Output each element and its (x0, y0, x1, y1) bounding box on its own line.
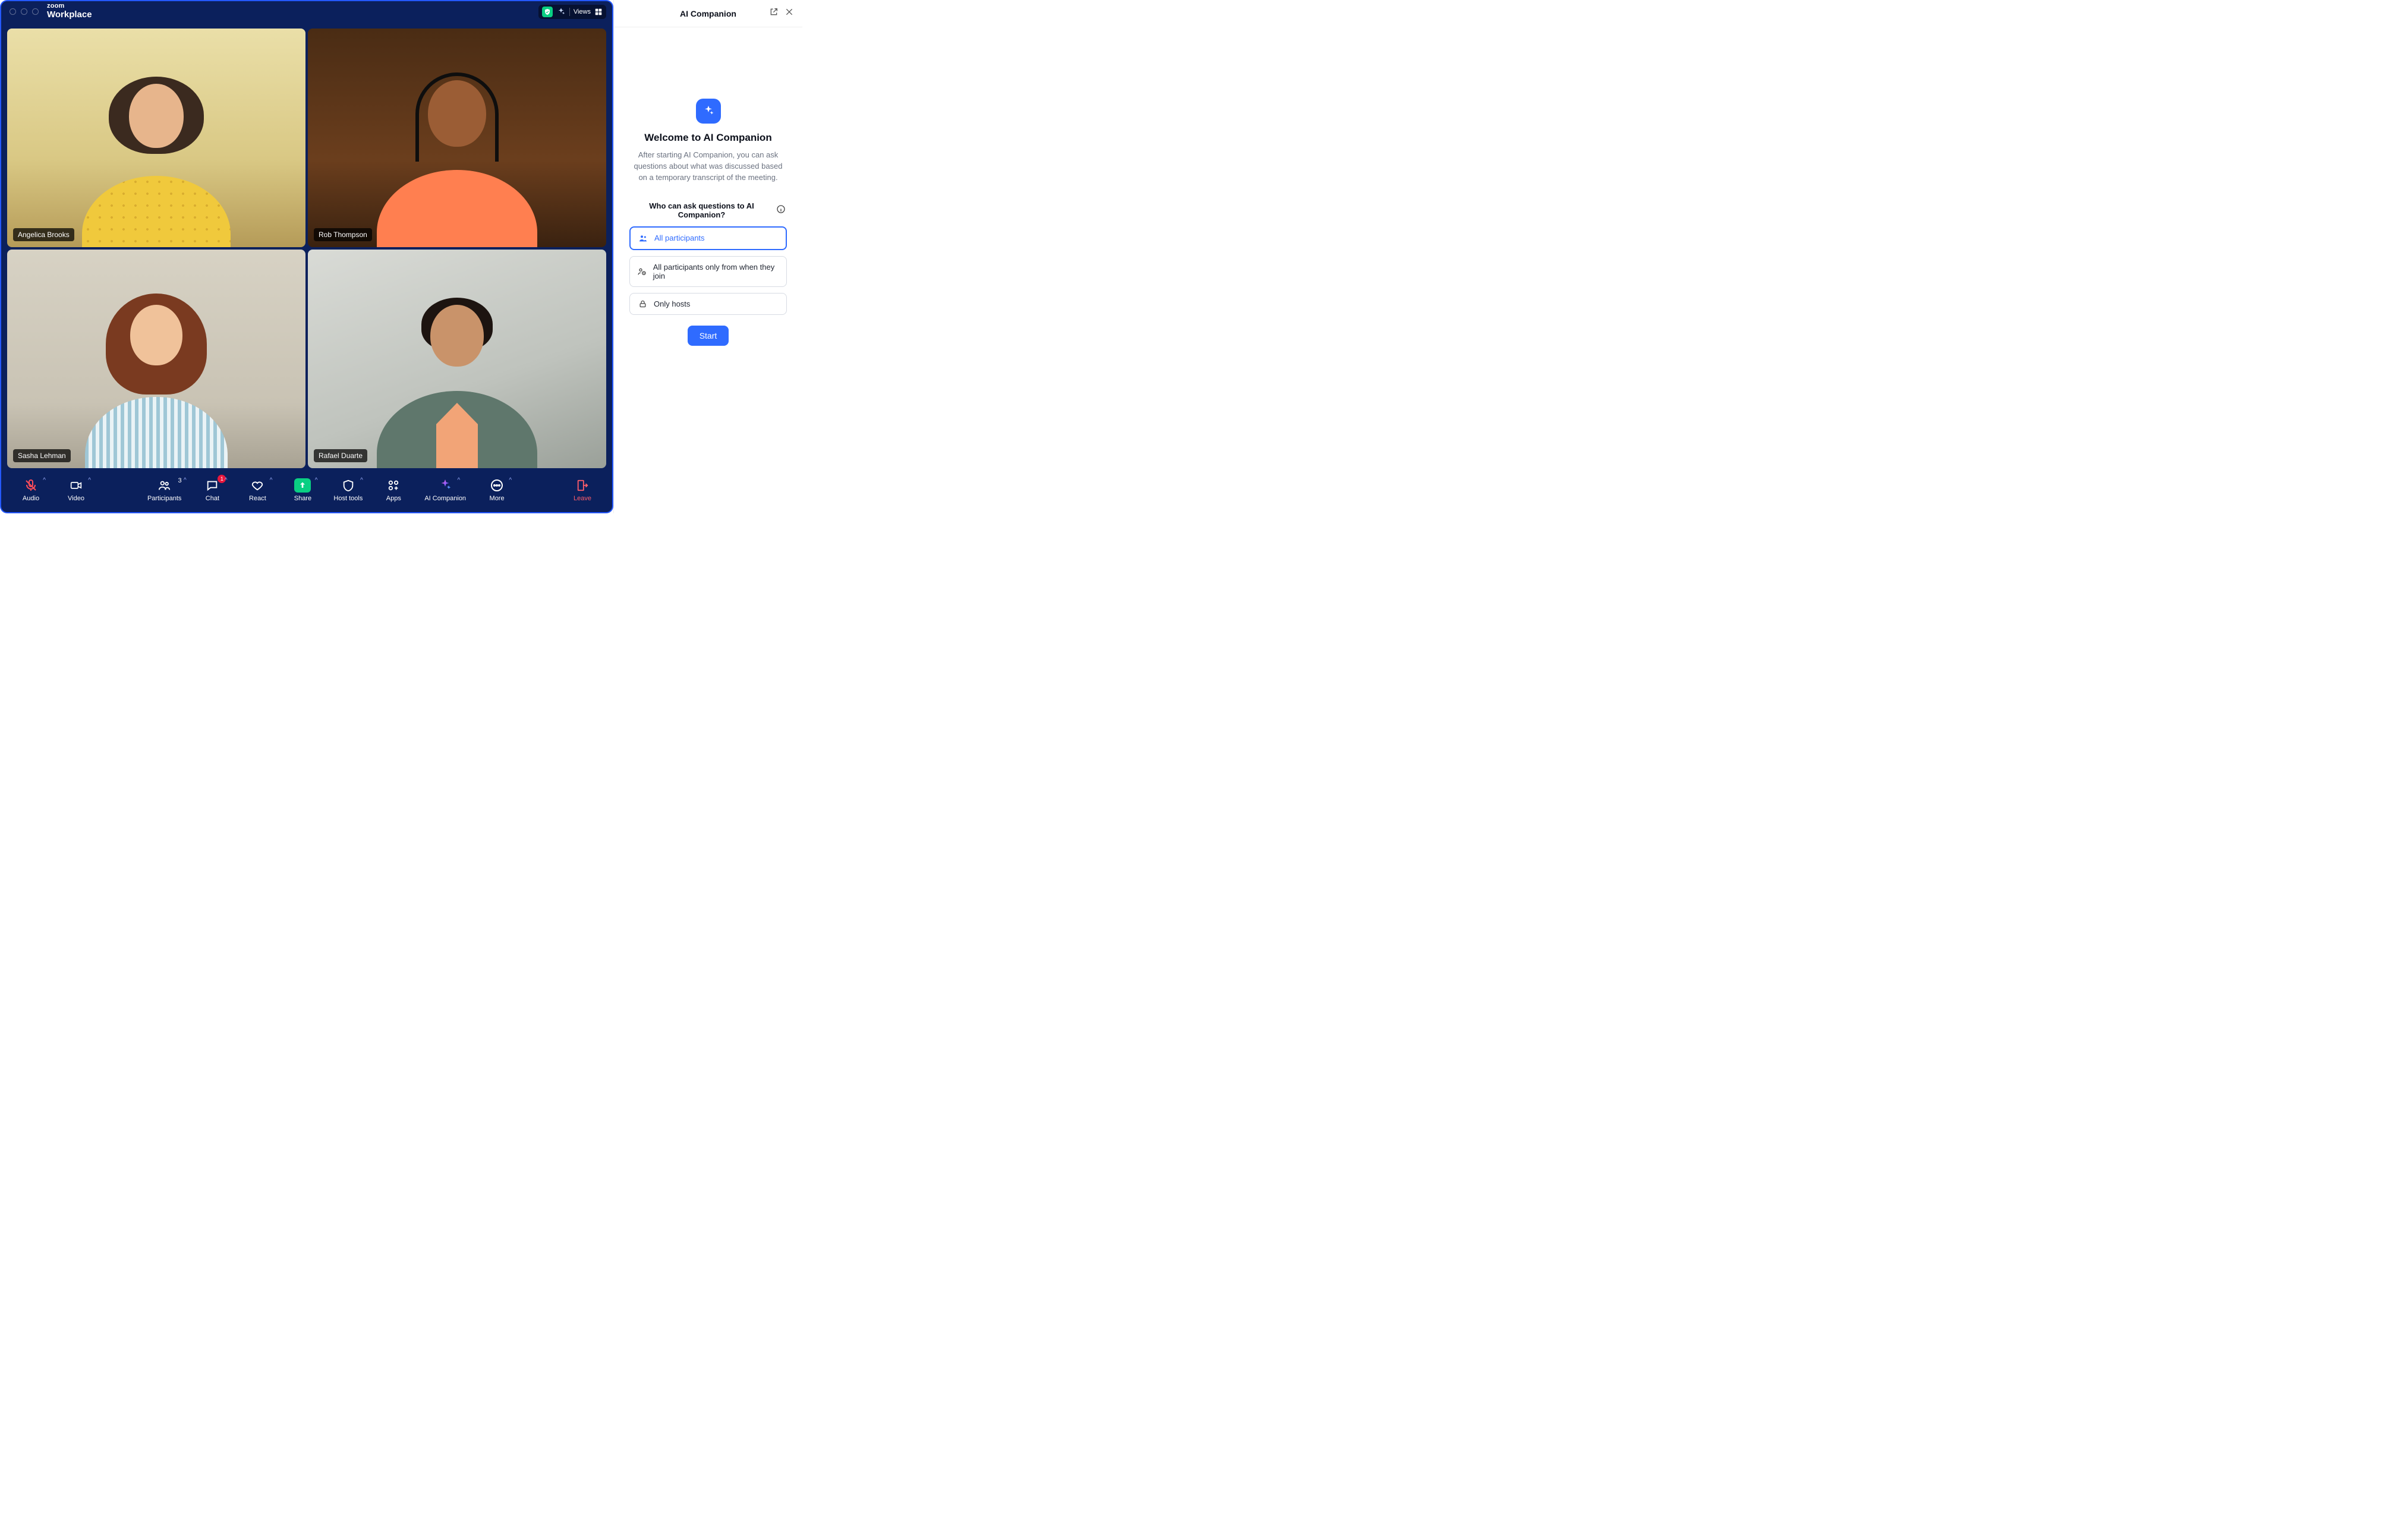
popout-icon[interactable] (769, 7, 779, 17)
host-tools-label: Host tools (333, 495, 363, 502)
react-button[interactable]: ^ React (243, 478, 272, 502)
option-all-participants[interactable]: All participants (629, 226, 787, 250)
participant-name-tag: Sasha Lehman (13, 449, 71, 462)
ai-companion-panel: AI Companion Welcome to AI Companion Aft… (613, 0, 802, 513)
shield-icon: ^ (339, 478, 357, 493)
brand-line-2: Workplace (47, 10, 92, 20)
participant-avatar (370, 65, 543, 247)
ai-companion-badge-icon (696, 99, 721, 124)
host-tools-button[interactable]: ^ Host tools (333, 478, 363, 502)
chevron-up-icon[interactable]: ^ (88, 477, 91, 484)
microphone-muted-icon: ^ (22, 478, 40, 493)
leave-icon (574, 478, 591, 493)
ai-sparkle-icon[interactable] (556, 7, 566, 17)
views-grid-icon[interactable] (594, 8, 603, 16)
title-divider (569, 8, 570, 16)
participant-avatar (70, 286, 242, 468)
info-icon[interactable] (776, 204, 786, 216)
apps-label: Apps (386, 495, 401, 502)
traffic-light-close-icon[interactable] (10, 8, 16, 15)
permissions-question: Who can ask questions to AI Companion? (631, 201, 773, 219)
option-from-when-join[interactable]: All participants only from when they joi… (629, 256, 787, 287)
ai-sparkle-icon: ^ (436, 478, 454, 493)
chevron-up-icon[interactable]: ^ (360, 477, 363, 484)
audio-label: Audio (23, 495, 39, 502)
traffic-light-zoom-icon[interactable] (32, 8, 39, 15)
participant-avatar (370, 286, 543, 468)
close-icon[interactable] (785, 7, 794, 17)
more-button[interactable]: ^ More (483, 478, 511, 502)
title-right-controls: Views (538, 5, 606, 19)
people-icon (638, 233, 648, 243)
participant-name-tag: Rafael Duarte (314, 449, 367, 462)
heart-icon: ^ (248, 478, 266, 493)
apps-button[interactable]: Apps (379, 478, 408, 502)
welcome-title: Welcome to AI Companion (629, 132, 787, 144)
participant-avatar (70, 65, 242, 247)
more-label: More (490, 495, 505, 502)
encryption-shield-icon[interactable] (542, 7, 553, 17)
person-clock-icon (637, 267, 647, 276)
participants-icon: 3 ^ (156, 478, 174, 493)
option-label: All participants (654, 233, 705, 242)
chevron-up-icon[interactable]: ^ (509, 477, 512, 484)
video-button[interactable]: ^ Video (62, 478, 90, 502)
window-controls[interactable] (10, 8, 39, 15)
video-tile[interactable]: Rafael Duarte (308, 250, 606, 468)
share-label: Share (294, 495, 311, 502)
video-tile[interactable]: Rob Thompson (308, 29, 606, 247)
leave-button[interactable]: Leave (568, 478, 597, 502)
leave-label: Leave (574, 495, 591, 502)
chevron-up-icon[interactable]: ^ (315, 477, 318, 484)
chevron-up-icon[interactable]: ^ (43, 477, 46, 484)
participant-name-tag: Angelica Brooks (13, 228, 74, 241)
lock-icon (637, 299, 648, 308)
views-button[interactable]: Views (574, 8, 591, 15)
option-only-hosts[interactable]: Only hosts (629, 293, 787, 315)
app-brand: zoom Workplace (47, 3, 92, 19)
camera-icon: ^ (67, 478, 85, 493)
video-tile[interactable]: Angelica Brooks (7, 29, 305, 247)
chat-icon: 1 ^ (203, 478, 221, 493)
share-screen-icon: ^ (294, 478, 311, 493)
meeting-toolbar: ^ Audio ^ Video 3 ^ Participants 1 (1, 468, 612, 512)
chat-button[interactable]: 1 ^ Chat (198, 478, 226, 502)
chat-label: Chat (206, 495, 219, 502)
permissions-question-row: Who can ask questions to AI Companion? (629, 201, 787, 219)
participants-count: 3 (178, 477, 182, 484)
permission-options: All participants All participants only f… (629, 226, 787, 315)
chevron-up-icon[interactable]: ^ (184, 477, 187, 484)
ai-companion-button[interactable]: ^ AI Companion (424, 478, 466, 502)
panel-title: AI Companion (680, 9, 736, 18)
participants-button[interactable]: 3 ^ Participants (147, 478, 181, 502)
share-button[interactable]: ^ Share (288, 478, 317, 502)
chevron-up-icon[interactable]: ^ (270, 477, 273, 484)
meeting-window: zoom Workplace Views Angelica Brooks (0, 0, 613, 513)
more-icon: ^ (488, 478, 506, 493)
participant-name-tag: Rob Thompson (314, 228, 372, 241)
traffic-light-minimize-icon[interactable] (21, 8, 27, 15)
apps-icon (385, 478, 402, 493)
option-label: Only hosts (654, 299, 690, 308)
video-grid: Angelica Brooks Rob Thompson Sasha Lehma… (1, 21, 612, 468)
video-label: Video (68, 495, 84, 502)
panel-header: AI Companion (614, 0, 802, 27)
panel-body: Welcome to AI Companion After starting A… (614, 27, 802, 346)
ai-companion-label: AI Companion (424, 495, 466, 502)
start-button[interactable]: Start (688, 326, 729, 346)
option-label: All participants only from when they joi… (653, 263, 779, 280)
chevron-up-icon[interactable]: ^ (458, 477, 461, 484)
audio-button[interactable]: ^ Audio (17, 478, 45, 502)
participants-label: Participants (147, 495, 181, 502)
welcome-description: After starting AI Companion, you can ask… (629, 150, 787, 184)
react-label: React (249, 495, 266, 502)
video-tile[interactable]: Sasha Lehman (7, 250, 305, 468)
titlebar: zoom Workplace Views (1, 1, 612, 21)
chevron-up-icon[interactable]: ^ (225, 477, 228, 484)
